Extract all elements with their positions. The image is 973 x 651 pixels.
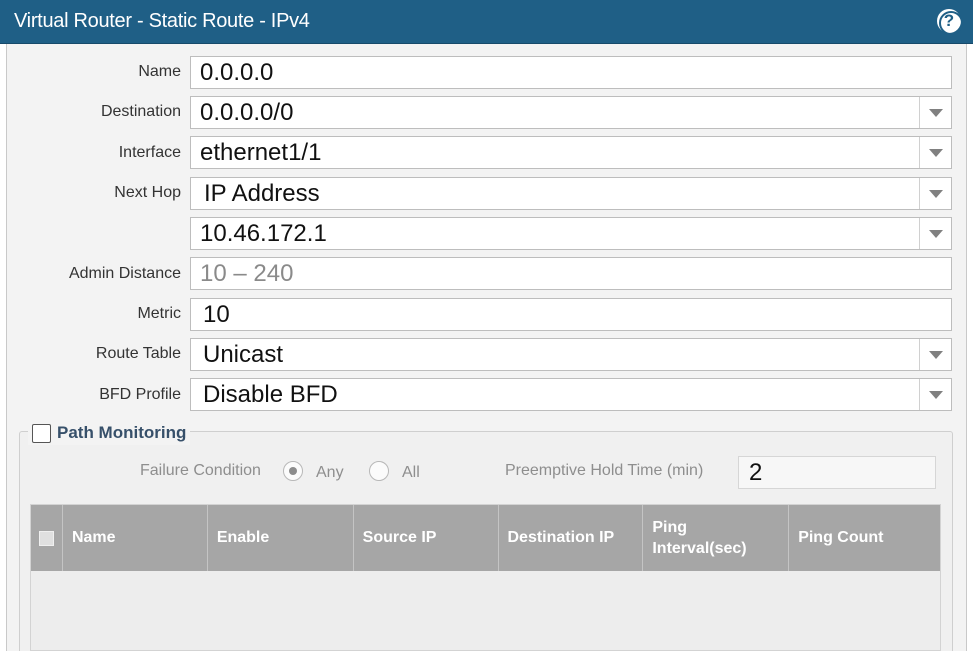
column-header-name[interactable]: Name — [63, 505, 208, 571]
route-table-label: Route Table — [95, 345, 181, 362]
path-monitoring-legend: Path Monitoring — [28, 421, 191, 445]
path-monitoring-checkbox[interactable] — [32, 423, 51, 443]
path-monitoring-label: Path Monitoring — [57, 423, 187, 442]
next-hop-label: Next Hop — [114, 184, 181, 201]
interface-value: ethernet1/1 — [200, 139, 322, 166]
route-table-select[interactable]: Unicast — [190, 338, 952, 371]
path-monitor-table: Name Enable Source IP Destination IP Pin… — [30, 504, 941, 651]
interface-select[interactable]: ethernet1/1 — [190, 136, 952, 169]
preemptive-hold-input[interactable]: 2 — [738, 456, 936, 489]
column-header-enable[interactable]: Enable — [208, 505, 354, 571]
metric-label: Metric — [137, 305, 181, 322]
preemptive-hold-label: Preemptive Hold Time (min) — [505, 462, 704, 479]
select-all-checkbox[interactable] — [38, 530, 54, 546]
dialog-titlebar: Virtual Router - Static Route - IPv4 ? — [0, 0, 973, 44]
ping-interval-label: Ping Interval(sec) — [652, 519, 747, 557]
column-header-ping-count[interactable]: Ping Count — [789, 505, 940, 571]
column-header-destination-ip[interactable]: Destination IP — [499, 505, 644, 571]
bfd-profile-label: BFD Profile — [99, 386, 181, 403]
route-table-value: Unicast — [203, 341, 284, 368]
next-hop-type-select[interactable]: IP Address — [190, 177, 952, 210]
failure-all-radio[interactable] — [369, 461, 389, 481]
admin-distance-input[interactable]: 10 – 240 — [190, 257, 952, 290]
chevron-down-icon[interactable] — [919, 218, 951, 249]
destination-label: Destination — [100, 103, 181, 120]
chevron-down-icon[interactable] — [919, 379, 951, 410]
column-header-source-ip[interactable]: Source IP — [354, 505, 499, 571]
next-hop-type-value: IP Address — [204, 180, 320, 207]
failure-any-label: Any — [316, 464, 344, 481]
bfd-profile-select[interactable]: Disable BFD — [190, 378, 952, 411]
metric-input[interactable]: 10 — [190, 298, 952, 331]
next-hop-address-combobox[interactable]: 10.46.172.1 — [190, 217, 952, 250]
help-icon[interactable]: ? — [937, 9, 963, 35]
destination-value: 0.0.0.0/0 — [200, 99, 294, 126]
dialog-title: Virtual Router - Static Route - IPv4 — [14, 10, 310, 32]
select-all-cell — [31, 505, 63, 571]
interface-label: Interface — [118, 144, 181, 161]
admin-distance-label: Admin Distance — [68, 265, 181, 282]
failure-condition-label: Failure Condition — [140, 462, 261, 479]
name-label: Name — [138, 63, 181, 80]
failure-all-label: All — [402, 464, 420, 481]
chevron-down-icon[interactable] — [919, 97, 951, 128]
table-header: Name Enable Source IP Destination IP Pin… — [31, 505, 940, 571]
failure-any-radio[interactable] — [283, 461, 303, 481]
chevron-down-icon[interactable] — [919, 137, 951, 168]
next-hop-address-value: 10.46.172.1 — [200, 220, 327, 247]
chevron-down-icon[interactable] — [919, 339, 951, 370]
destination-combobox[interactable]: 0.0.0.0/0 — [190, 96, 952, 129]
bfd-profile-value: Disable BFD — [203, 381, 338, 408]
column-header-ping-interval[interactable]: Ping Interval(sec) — [643, 505, 790, 571]
chevron-down-icon[interactable] — [919, 178, 951, 209]
name-input[interactable]: 0.0.0.0 — [190, 56, 952, 89]
